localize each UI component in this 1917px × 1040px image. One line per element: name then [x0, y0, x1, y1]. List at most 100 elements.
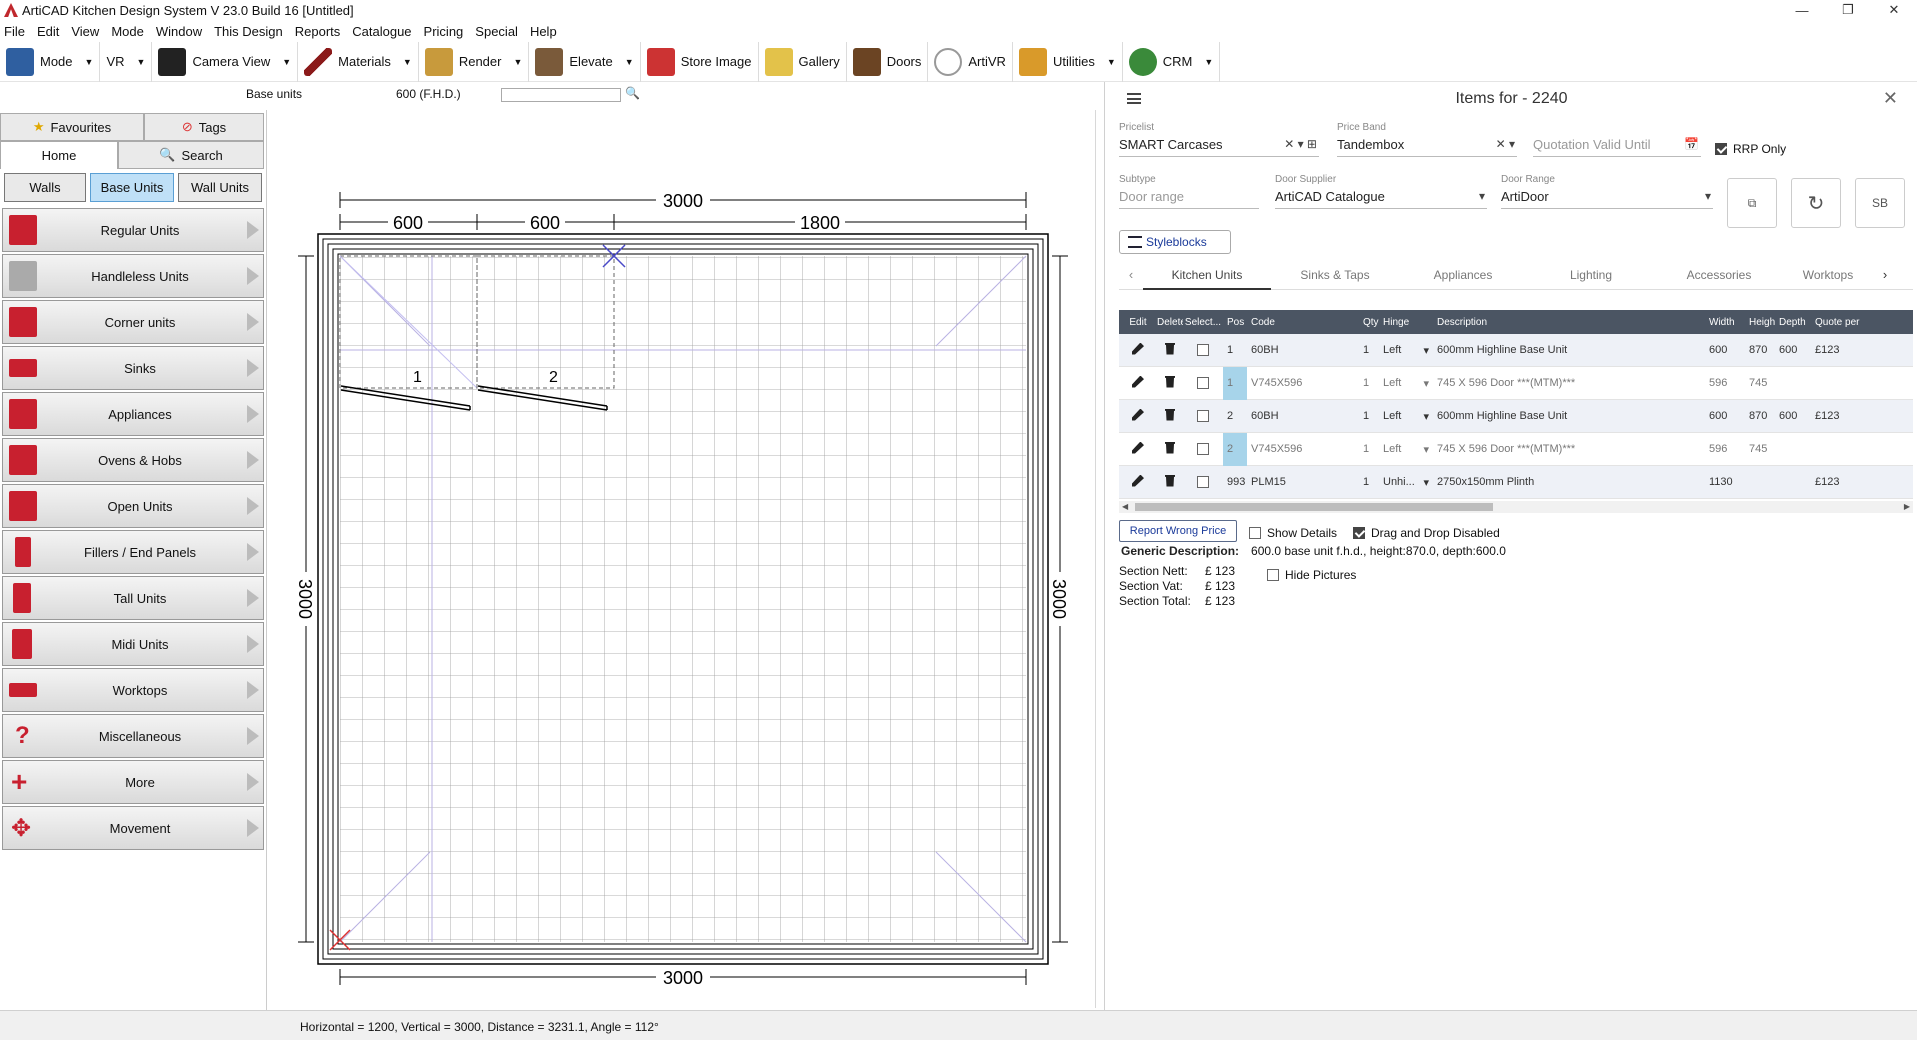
- menu-this-design[interactable]: This Design: [214, 24, 283, 39]
- menu-mode[interactable]: Mode: [111, 24, 144, 39]
- table-row[interactable]: 2 60BH 1 Left ▾ 600mm Highline Base Unit…: [1119, 400, 1913, 433]
- row-select-checkbox[interactable]: [1197, 410, 1209, 423]
- unit-search-input[interactable]: [501, 88, 621, 102]
- floor-plan[interactable]: 1 2 3000 600 600 1800 3000 3000 3000: [273, 110, 1096, 1008]
- search-icon[interactable]: 🔍: [625, 86, 640, 100]
- menu-file[interactable]: File: [4, 24, 25, 39]
- clear-icon[interactable]: ✕ ▾: [1496, 137, 1515, 151]
- tab-sinks-taps[interactable]: Sinks & Taps: [1271, 260, 1399, 290]
- hide-pictures-checkbox[interactable]: Hide Pictures: [1267, 568, 1356, 582]
- delete-icon[interactable]: [1165, 474, 1175, 487]
- menu-edit[interactable]: Edit: [37, 24, 59, 39]
- styleblocks-button[interactable]: Styleblocks: [1119, 230, 1231, 254]
- camera-view-button[interactable]: Camera View ▼: [152, 41, 299, 82]
- doors-button[interactable]: Doors: [847, 41, 929, 82]
- report-wrong-price-button[interactable]: Report Wrong Price: [1119, 520, 1237, 542]
- vr-button[interactable]: VR ▼: [100, 41, 153, 82]
- category-midi-units[interactable]: Midi Units: [2, 622, 264, 666]
- menu-window[interactable]: Window: [156, 24, 202, 39]
- clear-icon[interactable]: ✕ ▾ ⊞: [1284, 137, 1317, 151]
- scroll-left-icon[interactable]: ◀: [1122, 502, 1128, 511]
- tab-kitchen-units[interactable]: Kitchen Units: [1143, 260, 1271, 290]
- delete-icon[interactable]: [1165, 375, 1175, 388]
- chevron-left-icon[interactable]: ‹: [1119, 267, 1143, 282]
- hinge-select[interactable]: Left ▾: [1379, 443, 1433, 456]
- maximize-button[interactable]: ❐: [1825, 0, 1871, 20]
- category-sinks[interactable]: Sinks: [2, 346, 264, 390]
- scrollbar-thumb[interactable]: [1135, 503, 1493, 511]
- calendar-icon[interactable]: 📅: [1684, 137, 1699, 151]
- table-row[interactable]: 993 PLM15 1 Unhi... ▾ 2750x150mm Plinth …: [1119, 466, 1913, 499]
- hinge-select[interactable]: Unhi... ▾: [1379, 476, 1433, 489]
- tab-home[interactable]: Home: [0, 141, 118, 169]
- elevate-button[interactable]: Elevate ▼: [529, 41, 641, 82]
- close-window-button[interactable]: ✕: [1871, 0, 1917, 20]
- hinge-select[interactable]: Left ▾: [1379, 344, 1433, 357]
- crm-button[interactable]: CRM ▼: [1123, 41, 1221, 82]
- category-ovens-hobs[interactable]: Ovens & Hobs: [2, 438, 264, 482]
- tab-accessories[interactable]: Accessories: [1655, 260, 1783, 290]
- tab-appliances[interactable]: Appliances: [1399, 260, 1527, 290]
- table-row[interactable]: 2 V745X596 1 Left ▾ 745 X 596 Door ***(M…: [1119, 432, 1913, 466]
- design-canvas[interactable]: 1 2 3000 600 600 1800 3000 3000 3000: [273, 110, 1096, 1008]
- row-select-checkbox[interactable]: [1197, 476, 1209, 489]
- door-range-field[interactable]: Door Range ArtiDoor ▾: [1501, 174, 1713, 209]
- quotation-valid-field[interactable]: Quotation Valid Until 📅: [1533, 122, 1701, 157]
- gallery-button[interactable]: Gallery: [759, 41, 847, 82]
- category-fillers-end-panels[interactable]: Fillers / End Panels: [2, 530, 264, 574]
- table-row[interactable]: 1 60BH 1 Left ▾ 600mm Highline Base Unit…: [1119, 334, 1913, 367]
- hinge-select[interactable]: Left ▾: [1379, 410, 1433, 423]
- delete-icon[interactable]: [1165, 441, 1175, 454]
- close-icon[interactable]: ✕: [1883, 88, 1898, 109]
- price-band-field[interactable]: Price Band Tandembox ✕ ▾: [1337, 122, 1517, 157]
- minimize-button[interactable]: —: [1779, 0, 1825, 20]
- edit-icon[interactable]: [1132, 441, 1144, 454]
- category-corner-units[interactable]: Corner units: [2, 300, 264, 344]
- render-button[interactable]: Render ▼: [419, 41, 530, 82]
- menu-reports[interactable]: Reports: [295, 24, 341, 39]
- tab-base-units[interactable]: Base Units: [90, 173, 174, 202]
- menu-special[interactable]: Special: [475, 24, 518, 39]
- category-movement[interactable]: ✥ Movement: [2, 806, 264, 850]
- drag-drop-checkbox[interactable]: Drag and Drop Disabled: [1353, 526, 1500, 540]
- tab-wall-units[interactable]: Wall Units: [178, 173, 262, 202]
- tab-worktops[interactable]: Worktops: [1783, 260, 1873, 290]
- edit-icon[interactable]: [1132, 375, 1144, 388]
- utilities-button[interactable]: Utilities ▼: [1013, 41, 1123, 82]
- preview-button[interactable]: ⧉: [1727, 178, 1777, 228]
- row-select-checkbox[interactable]: [1197, 443, 1209, 456]
- menu-view[interactable]: View: [71, 24, 99, 39]
- edit-icon[interactable]: [1132, 342, 1144, 355]
- category-worktops[interactable]: Worktops: [2, 668, 264, 712]
- pricelist-field[interactable]: Pricelist SMART Carcases ✕ ▾ ⊞: [1119, 122, 1319, 157]
- rrp-only-checkbox[interactable]: RRP Only: [1715, 142, 1786, 156]
- category-appliances[interactable]: Appliances: [2, 392, 264, 436]
- mode-button[interactable]: Mode ▼: [0, 41, 101, 82]
- tab-lighting[interactable]: Lighting: [1527, 260, 1655, 290]
- menu-catalogue[interactable]: Catalogue: [352, 24, 411, 39]
- category-open-units[interactable]: Open Units: [2, 484, 264, 528]
- row-select-checkbox[interactable]: [1197, 377, 1209, 390]
- category-regular-units[interactable]: Regular Units: [2, 208, 264, 252]
- delete-icon[interactable]: [1165, 408, 1175, 421]
- edit-icon[interactable]: [1132, 408, 1144, 421]
- category-tall-units[interactable]: Tall Units: [2, 576, 264, 620]
- table-scrollbar[interactable]: ◀ ▶: [1119, 501, 1913, 513]
- row-select-checkbox[interactable]: [1197, 344, 1209, 357]
- chevron-right-icon[interactable]: ›: [1873, 267, 1897, 282]
- edit-icon[interactable]: [1132, 474, 1144, 487]
- materials-button[interactable]: Materials ▼: [298, 41, 419, 82]
- tab-tags[interactable]: ⊘ Tags: [144, 113, 264, 141]
- menu-help[interactable]: Help: [530, 24, 557, 39]
- menu-pricing[interactable]: Pricing: [424, 24, 464, 39]
- scroll-right-icon[interactable]: ▶: [1904, 502, 1910, 511]
- refresh-button[interactable]: ↻: [1791, 178, 1841, 228]
- hinge-select[interactable]: Left ▾: [1379, 377, 1433, 390]
- subtype-field[interactable]: Subtype Door range: [1119, 174, 1259, 209]
- door-supplier-field[interactable]: Door Supplier ArtiCAD Catalogue ▾: [1275, 174, 1487, 209]
- artivr-button[interactable]: ArtiVR: [928, 41, 1013, 82]
- category-handleless-units[interactable]: Handleless Units: [2, 254, 264, 298]
- tab-walls[interactable]: Walls: [4, 173, 86, 202]
- tab-search[interactable]: 🔍 Search: [118, 141, 264, 169]
- delete-icon[interactable]: [1165, 342, 1175, 355]
